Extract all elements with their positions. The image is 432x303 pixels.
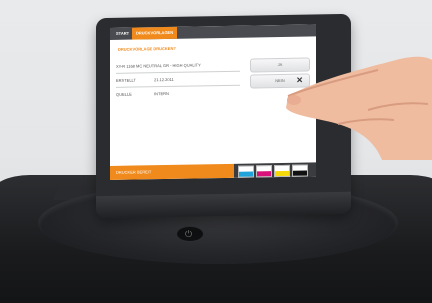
source-label: QUELLE — [116, 91, 132, 97]
pointing-hand — [286, 56, 432, 160]
divider — [116, 70, 240, 74]
ink-level-black — [293, 170, 307, 176]
source-value: INTERN — [154, 90, 169, 97]
ink-level-cyan — [239, 170, 253, 177]
ink-yellow — [274, 164, 290, 178]
created-label: ERSTELLT — [116, 77, 136, 83]
template-name: XY-R 1168 MC NEUTRAL GR - HIGH QUALITY — [116, 62, 201, 69]
bezel — [96, 191, 351, 219]
power-button[interactable]: ⏻ — [176, 226, 204, 242]
power-icon: ⏻ — [185, 229, 193, 239]
ink-cyan — [238, 165, 254, 178]
scene: ⏻ START DRUCKVORLAGEN DRUCKVORLAGE DRUCK… — [0, 0, 432, 303]
ink-magenta — [256, 165, 272, 178]
ink-level-magenta — [257, 170, 271, 177]
tab-start[interactable]: START — [112, 28, 133, 40]
status-bar: DRUCKER BEREIT — [110, 163, 234, 180]
page-title: DRUCKVORLAGE DRUCKEN? — [118, 45, 176, 52]
ink-black — [292, 164, 308, 177]
tab-druckvorlagen[interactable]: DRUCKVORLAGEN — [132, 26, 178, 40]
ink-level-yellow — [275, 170, 289, 177]
divider — [116, 84, 240, 88]
created-value: 21.12.2011 — [154, 76, 174, 83]
